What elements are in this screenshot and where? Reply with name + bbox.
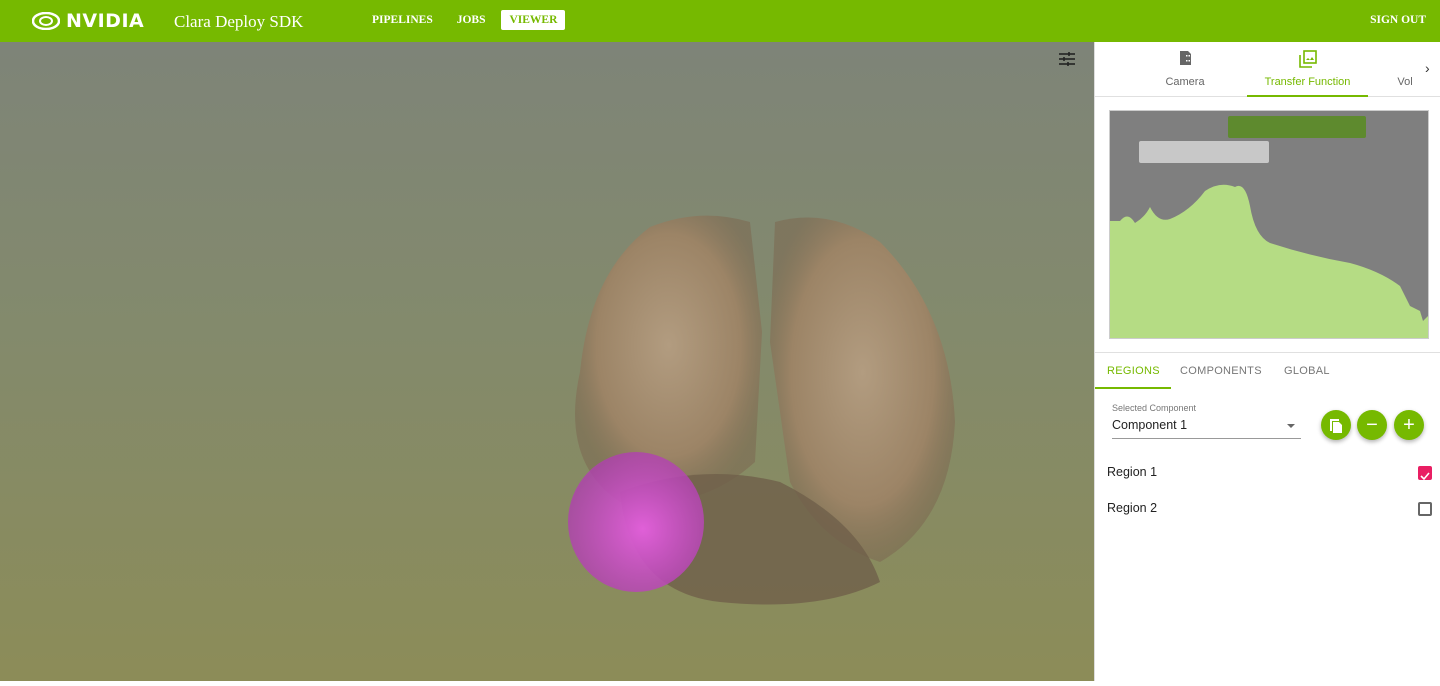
dropdown-arrow-icon [1287, 424, 1295, 428]
nvidia-eye-icon [32, 12, 60, 30]
subtab-components[interactable]: COMPONENTS [1180, 365, 1262, 377]
region-2-checkbox[interactable] [1418, 502, 1432, 516]
minus-icon: − [1366, 413, 1378, 436]
region-1-label: Region 1 [1107, 465, 1158, 479]
camera-icon [1180, 51, 1191, 65]
select-value: Component 1 [1112, 418, 1188, 432]
remove-component-button[interactable]: − [1357, 410, 1387, 440]
nvidia-logo[interactable]: NVIDIA [32, 10, 144, 32]
nav-viewer[interactable]: VIEWER [501, 10, 566, 30]
brain-volume-render [568, 215, 955, 605]
tune-settings-icon[interactable] [1059, 52, 1075, 66]
tab-label: Camera [1165, 76, 1205, 88]
histogram-canvas [1110, 116, 1428, 338]
subtabs: REGIONS COMPONENTS GLOBAL [1095, 353, 1440, 389]
selected-component-label: Selected Component [1112, 403, 1197, 413]
region-1-checkbox[interactable] [1418, 466, 1432, 481]
tab-label: Transfer Function [1264, 76, 1351, 88]
component-select[interactable]: Component 1 [1112, 418, 1301, 439]
plus-icon: + [1403, 413, 1415, 436]
tab-camera[interactable]: Camera [1135, 42, 1235, 97]
brand-name: NVIDIA [66, 10, 145, 32]
panel-tabs: Camera Transfer Function Vol › [1095, 42, 1440, 97]
transfer-function-histogram[interactable] [1109, 110, 1429, 339]
app-title: Clara Deploy SDK [174, 12, 304, 31]
add-component-button[interactable]: + [1394, 410, 1424, 440]
main-nav: PIPELINES JOBS VIEWER [364, 10, 566, 30]
top-bar: NVIDIA Clara Deploy SDK PIPELINES JOBS V… [0, 0, 1440, 42]
copy-icon [1330, 419, 1342, 433]
tab-label: Vol [1397, 76, 1413, 88]
image-layers-icon [1298, 50, 1317, 68]
sign-out-link[interactable]: SIGN OUT [1370, 14, 1426, 26]
component-1-widget[interactable] [1228, 116, 1366, 138]
histogram-area [1110, 184, 1428, 338]
subtab-regions[interactable]: REGIONS [1107, 365, 1160, 377]
component-2-widget[interactable] [1139, 141, 1269, 163]
nav-jobs[interactable]: JOBS [449, 10, 494, 30]
tab-transfer-function[interactable]: Transfer Function [1247, 42, 1368, 97]
chevron-right-icon[interactable]: › [1425, 60, 1430, 76]
region-2-label: Region 2 [1107, 501, 1158, 515]
subtab-global[interactable]: GLOBAL [1284, 365, 1330, 377]
nav-pipelines[interactable]: PIPELINES [364, 10, 441, 30]
duplicate-component-button[interactable] [1321, 410, 1351, 440]
settings-panel: Camera Transfer Function Vol › REGIONS C… [1094, 42, 1440, 681]
3d-render-viewport[interactable] [0, 42, 1094, 681]
tab-volume[interactable]: Vol [1395, 42, 1415, 97]
check-icon [1420, 472, 1430, 481]
active-subtab-indicator [1095, 387, 1171, 389]
